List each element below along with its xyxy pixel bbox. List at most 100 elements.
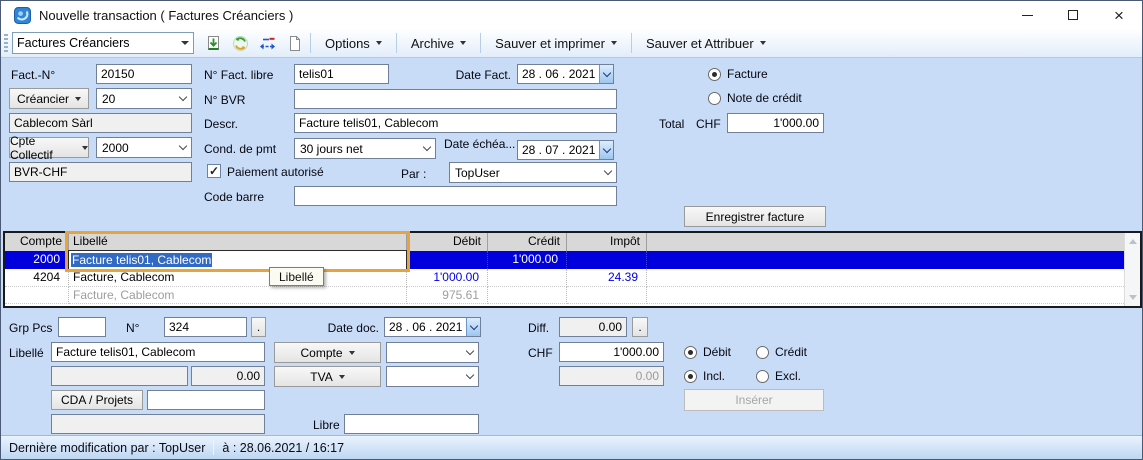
chevron-down-icon — [604, 167, 612, 175]
chevron-down-icon — [460, 41, 466, 45]
menu-archive[interactable]: Archive — [402, 32, 475, 55]
chevron-down-icon — [760, 41, 766, 45]
fact-libre-label: N° Fact. libre — [204, 68, 273, 82]
piece-no-dot-button[interactable]: . — [251, 317, 266, 337]
refresh-icon — [232, 35, 249, 52]
close-button[interactable]: × — [1096, 1, 1142, 29]
tva-combobox[interactable] — [386, 366, 479, 387]
creancier-name-field: Cablecom Sàrl — [9, 113, 192, 133]
maximize-button[interactable] — [1050, 1, 1096, 29]
inserer-button[interactable]: Insérer — [684, 389, 824, 411]
diff-dot-button[interactable]: . — [632, 317, 648, 337]
creancier-button[interactable]: Créancier — [9, 88, 89, 109]
fact-no-label: Fact.-N° — [11, 68, 55, 82]
date-doc-picker[interactable]: 28 . 06 . 2021 — [384, 317, 481, 337]
cpte-collectif-name-field: BVR-CHF — [9, 162, 192, 182]
radio-excl[interactable]: Excl. — [756, 369, 801, 383]
chevron-down-icon — [423, 143, 431, 151]
toolbar-separator — [480, 33, 481, 53]
grp-pcs-label: Grp Pcs — [9, 321, 52, 335]
chevron-down-icon — [179, 93, 187, 101]
table-scrollbar[interactable] — [1124, 233, 1140, 306]
total-field[interactable]: 1'000.00 — [727, 113, 824, 133]
table-row-preview[interactable]: Facture, Cablecom 975.61 — [5, 287, 1140, 304]
minimize-button[interactable] — [1004, 1, 1050, 29]
header-credit[interactable]: Crédit — [488, 233, 567, 251]
minimize-icon — [1022, 15, 1033, 16]
entry-libelle-field[interactable]: Facture telis01, Cablecom — [51, 342, 265, 362]
view-selector-combobox[interactable]: Factures Créanciers — [12, 32, 194, 54]
radio-incl[interactable]: Incl. — [684, 369, 725, 383]
fact-no-field[interactable]: 20150 — [96, 64, 192, 84]
cda-projets-field[interactable] — [147, 390, 265, 410]
descr-field[interactable]: Facture telis01, Cablecom — [294, 113, 617, 133]
radio-note-credit[interactable]: Note de crédit — [708, 91, 802, 105]
compte-button[interactable]: Compte — [274, 342, 381, 363]
scroll-up-icon — [1129, 239, 1137, 244]
enregistrer-facture-button[interactable]: Enregistrer facture — [684, 206, 826, 227]
tva-button[interactable]: TVA — [274, 366, 381, 387]
header-filler — [647, 233, 1140, 251]
creancier-combobox[interactable]: 20 — [96, 88, 192, 109]
paiement-autorise-label: Paiement autorisé — [227, 165, 324, 179]
total-currency-label: CHF — [696, 117, 721, 131]
qty-field — [51, 366, 188, 386]
diff-field: 0.00 — [559, 317, 627, 337]
par-combobox[interactable]: TopUser — [449, 162, 617, 183]
qty-amount-field: 0.00 — [191, 366, 265, 386]
scroll-down-icon — [1129, 295, 1137, 300]
libre-field[interactable] — [344, 414, 479, 434]
import-document-icon — [205, 35, 222, 52]
date-fact-picker[interactable]: 28 . 06 . 2021 — [517, 64, 614, 84]
table-row[interactable]: 4204 Facture, Cablecom 1'000.00 24.39 — [5, 269, 1140, 287]
fact-libre-field[interactable]: telis01 — [294, 64, 389, 84]
toolbar-grip[interactable] — [4, 34, 8, 52]
cpte-collectif-button[interactable]: Cpte Collectif — [9, 137, 89, 158]
chevron-down-icon — [602, 69, 610, 77]
descr-label: Descr. — [204, 117, 238, 131]
selected-text: Facture telis01, Cablecom — [71, 253, 212, 267]
new-document-icon — [286, 35, 303, 52]
header-compte[interactable]: Compte — [5, 233, 69, 251]
bvr-field[interactable] — [294, 89, 617, 109]
adjust-columns-button[interactable] — [256, 32, 278, 54]
header-debit[interactable]: Débit — [407, 233, 488, 251]
import-document-button[interactable] — [202, 32, 224, 54]
entry-libelle-label: Libellé — [9, 346, 44, 360]
refresh-button[interactable] — [229, 32, 251, 54]
grp-pcs-field[interactable] — [58, 317, 106, 337]
code-barre-field[interactable] — [294, 186, 617, 206]
menu-sauver-imprimer[interactable]: Sauver et imprimer — [486, 32, 626, 55]
paiement-autorise-checkbox[interactable]: ✓ — [207, 164, 221, 178]
menu-sauver-attribuer[interactable]: Sauver et Attribuer — [637, 32, 775, 55]
radio-facture[interactable]: Facture — [708, 67, 768, 81]
piece-no-label: N° — [126, 321, 139, 335]
view-selector-value: Factures Créanciers — [17, 36, 181, 50]
header-libelle[interactable]: Libellé — [69, 233, 407, 251]
radio-debit[interactable]: Débit — [684, 345, 731, 359]
status-separator — [213, 440, 214, 455]
chevron-down-icon — [179, 142, 187, 150]
adjust-columns-icon — [259, 35, 276, 52]
new-document-button[interactable] — [283, 32, 305, 54]
window-title: Nouvelle transaction ( Factures Créancie… — [39, 8, 293, 23]
cpte-collectif-combobox[interactable]: 2000 — [96, 137, 192, 158]
piece-no-field[interactable]: 324 — [164, 317, 247, 337]
diff-label: Diff. — [528, 321, 549, 335]
entry-chf-field[interactable]: 1'000.00 — [559, 342, 664, 362]
close-icon: × — [1114, 7, 1124, 24]
libelle-cell-editor[interactable]: Facture telis01, Cablecom — [68, 250, 407, 270]
calendar-dropdown-button[interactable] — [599, 65, 613, 83]
calendar-dropdown-button[interactable] — [466, 318, 480, 336]
cond-pmt-combobox[interactable]: 30 jours net — [294, 138, 436, 159]
toolbar-separator — [396, 33, 397, 53]
header-impot[interactable]: Impôt — [567, 233, 647, 251]
cda-projets-button[interactable]: CDA / Projets — [51, 390, 143, 410]
calendar-dropdown-button[interactable] — [599, 141, 613, 159]
radio-credit[interactable]: Crédit — [756, 345, 807, 359]
main-content: Fact.-N° 20150 N° Fact. libre telis01 Da… — [1, 58, 1142, 435]
date-echeance-picker[interactable]: 28 . 07 . 2021 — [517, 140, 614, 160]
radio-selected-icon — [708, 68, 721, 81]
menu-options[interactable]: Options — [316, 32, 391, 55]
compte-combobox[interactable] — [386, 342, 479, 363]
